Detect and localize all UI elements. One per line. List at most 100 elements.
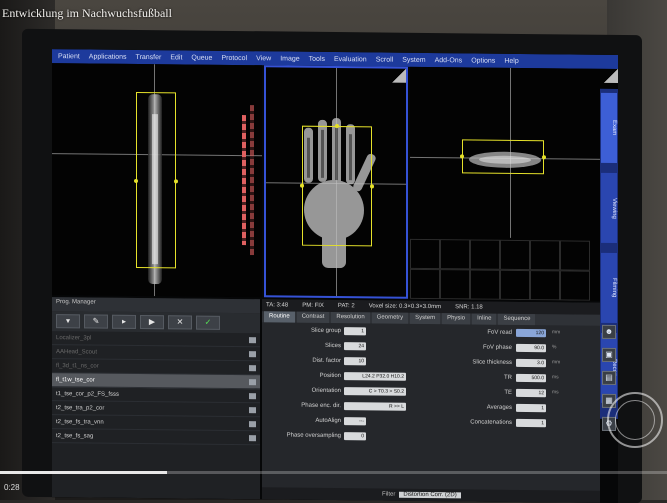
program-label: t2_tse_fs_tra_vnn [56, 418, 104, 426]
grid-cell[interactable] [530, 270, 560, 301]
param-value-field[interactable]: 0 [344, 432, 366, 441]
handle-dot[interactable] [370, 184, 374, 189]
program-list: Localizer_3pl AAHead_Scout fl_3d_t1_ns_cor… [52, 331, 260, 446]
program-status-icon [249, 378, 256, 385]
viewport-axial[interactable] [410, 66, 618, 301]
param-label: Position [319, 372, 341, 380]
parameter-tab[interactable]: System [410, 312, 441, 325]
menu-item[interactable]: Tools [309, 55, 325, 62]
program-list-panel: Prog. Manager ▾ ✎ ▸ ▶ ✕ ✓ Localizer_3pl A… [52, 297, 260, 500]
menu-item[interactable]: Help [504, 57, 518, 64]
grid-cell[interactable] [530, 240, 560, 271]
play-icon[interactable]: ▶ [140, 314, 164, 330]
viewport-coronal-active[interactable] [264, 65, 408, 299]
menu-item[interactable]: System [402, 56, 425, 63]
param-value-field[interactable]: 500.0 [516, 373, 546, 383]
param-value-field[interactable]: --- [344, 417, 366, 426]
param-value-field[interactable]: 1 [516, 403, 546, 413]
menu-button[interactable]: ▾ [56, 314, 80, 329]
program-label: AAHead_Scout [56, 348, 98, 356]
menu-item[interactable]: Queue [191, 54, 212, 61]
slice-box-sagittal[interactable] [134, 91, 178, 269]
handle-dot[interactable] [174, 179, 178, 184]
param-value-field[interactable]: 1 [516, 418, 546, 428]
param-label: Averages [486, 404, 512, 411]
menu-item[interactable]: Image [280, 55, 299, 62]
grid-cell[interactable] [500, 239, 530, 271]
slice-box-axial[interactable] [460, 139, 546, 175]
param-label: Orientation [311, 387, 341, 395]
menu-item[interactable]: Patient [58, 53, 80, 60]
grid-cell[interactable] [560, 270, 590, 301]
param-value-field[interactable]: 3.0 [516, 358, 546, 368]
handle-dot[interactable] [542, 155, 546, 160]
menu-item[interactable]: Options [471, 57, 495, 64]
parameter-tab[interactable]: Physio [442, 313, 471, 325]
param-value-field[interactable]: 10 [344, 357, 366, 366]
parameter-tab[interactable]: Geometry [371, 312, 409, 324]
handle-dot[interactable] [335, 124, 339, 129]
parameter-tab[interactable]: Resolution [331, 311, 370, 324]
program-status-icon [249, 420, 256, 427]
parameter-tab[interactable]: Contrast [296, 311, 330, 323]
menu-item[interactable]: Edit [170, 54, 182, 61]
param-value-field[interactable]: L24.2 P32.0 H10.2 [344, 372, 406, 381]
video-time: 0:28 [4, 483, 20, 492]
side-tab[interactable]: Exam [601, 92, 617, 163]
program-status-icon [249, 434, 256, 441]
accept-check-icon[interactable]: ✓ [196, 315, 220, 330]
video-progress-fill [0, 471, 167, 474]
scan-info-item: PM: FIX [302, 302, 324, 309]
program-row[interactable]: t2_tse_fs_sag [52, 429, 260, 446]
grid-cell[interactable] [470, 269, 500, 300]
patient-head-icon[interactable]: ☻ [602, 324, 616, 339]
grid-cell[interactable] [410, 268, 440, 300]
menu-item[interactable]: Transfer [136, 53, 162, 60]
viewport-sagittal[interactable] [52, 63, 262, 298]
param-value-field[interactable]: C > T0.3 > S0.2 [344, 387, 406, 396]
grid-cell[interactable] [440, 269, 470, 300]
param-unit: ms [552, 389, 559, 396]
param-value-field[interactable]: 1 [344, 327, 366, 336]
handle-dot[interactable] [460, 154, 464, 159]
param-label: Phase oversampling [286, 432, 341, 440]
filter-label: Filter [382, 491, 396, 498]
menu-item[interactable]: Scroll [376, 56, 394, 63]
param-value-field[interactable]: 120 [516, 328, 546, 338]
menu-item[interactable]: Evaluation [334, 56, 367, 63]
window-icon[interactable]: ▣ [602, 347, 616, 362]
param-unit: ms [552, 374, 559, 381]
grid-cell[interactable] [470, 239, 500, 270]
menu-item[interactable]: View [256, 55, 271, 62]
side-tab[interactable]: Viewing [601, 172, 617, 243]
param-value-field[interactable]: R >> L [344, 402, 406, 411]
handle-dot[interactable] [134, 178, 138, 183]
forward-icon[interactable]: ▸ [112, 314, 136, 329]
program-status-icon [249, 350, 256, 357]
program-status-icon [249, 406, 256, 413]
slice-box-coronal[interactable] [300, 124, 374, 247]
grid-cell[interactable] [560, 240, 590, 271]
parameter-tab[interactable]: Inline [472, 313, 497, 325]
document-icon[interactable]: ▤ [602, 370, 616, 385]
handle-dot[interactable] [300, 183, 304, 188]
grid-cell[interactable] [440, 239, 470, 270]
param-value-field[interactable]: 90.0 [516, 343, 546, 353]
parameter-tab[interactable]: Routine [264, 311, 295, 323]
menu-item[interactable]: Add-Ons [435, 57, 463, 64]
delete-x-icon[interactable]: ✕ [168, 315, 192, 330]
side-tab[interactable]: Filming [601, 252, 617, 323]
parameter-tab[interactable]: Sequence [498, 313, 536, 326]
param-value-field[interactable]: 12 [516, 388, 546, 398]
program-status-icon [249, 392, 256, 399]
menu-item[interactable]: Protocol [221, 54, 247, 61]
video-progress-bar[interactable] [0, 471, 667, 474]
grid-cell[interactable] [410, 238, 440, 270]
menu-item[interactable]: Applications [89, 53, 127, 60]
viewport-corner-tab[interactable] [392, 68, 406, 83]
param-value-field[interactable]: 24 [344, 342, 366, 351]
grid-cell[interactable] [500, 269, 530, 301]
edit-pen-icon[interactable]: ✎ [84, 314, 108, 329]
viewport-corner-tab[interactable] [604, 68, 618, 83]
filter-value[interactable]: Distortion Corr. (2D) [399, 491, 461, 499]
